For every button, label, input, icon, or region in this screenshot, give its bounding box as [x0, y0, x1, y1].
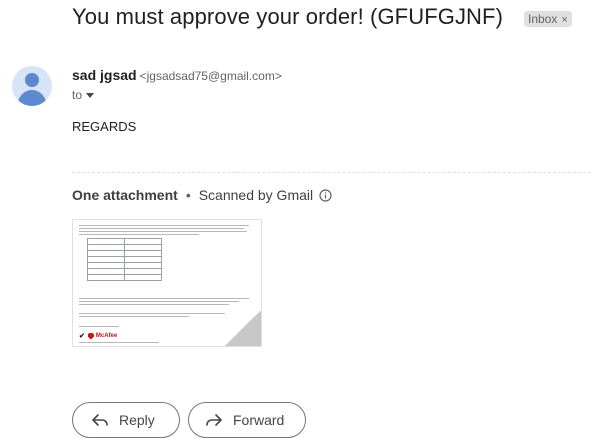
doc-text-line: [79, 304, 229, 305]
caret-down-icon: [86, 92, 95, 98]
to-label: to: [72, 88, 83, 102]
info-icon[interactable]: [319, 188, 332, 202]
mcafee-logo: ✔ McAfee: [79, 332, 117, 340]
avatar-head: [25, 73, 39, 87]
email-body: REGARDS: [72, 119, 137, 134]
reply-label: Reply: [119, 412, 155, 428]
forward-label: Forward: [233, 412, 285, 428]
doc-text-line: [79, 225, 249, 226]
shield-icon: [87, 332, 94, 340]
attachment-thumbnail[interactable]: ✔ McAfee: [72, 219, 262, 347]
forward-button[interactable]: Forward: [188, 402, 306, 438]
doc-text-line: [79, 326, 119, 327]
email-subject: You must approve your order! (GFUFGJNF): [72, 4, 503, 29]
doc-text-line: [79, 298, 249, 299]
sender-avatar[interactable]: [12, 66, 52, 106]
attachment-count: One attachment: [72, 187, 178, 203]
invoice-table: [87, 238, 162, 281]
doc-text-line: [79, 301, 239, 302]
remove-label-icon[interactable]: ×: [561, 14, 567, 26]
attachment-header: One attachment • Scanned by Gmail: [72, 187, 332, 203]
doc-text-line: [79, 342, 159, 343]
doc-text-line: [79, 316, 189, 317]
doc-text-line: [79, 234, 199, 235]
page-fold-corner: [225, 310, 261, 346]
doc-text-line: [79, 228, 244, 229]
recipient-toggle[interactable]: to: [72, 88, 95, 102]
inbox-label-chip[interactable]: Inbox ×: [524, 11, 572, 27]
forward-icon: [206, 414, 222, 426]
doc-text-line: [79, 231, 247, 232]
attachment-separator: •: [185, 187, 191, 203]
doc-text-line: [79, 313, 249, 314]
reply-icon: [92, 414, 108, 426]
sender-name[interactable]: sad jgsad: [72, 67, 137, 83]
sender-line: sad jgsad <jgsadsad75@gmail.com>: [72, 67, 282, 85]
reply-button[interactable]: Reply: [72, 402, 180, 438]
scan-status: Scanned by Gmail: [198, 187, 314, 203]
inbox-label-text: Inbox: [528, 12, 558, 26]
sender-email: <jgsadsad75@gmail.com>: [139, 69, 282, 83]
checkmark-icon: ✔: [79, 333, 85, 340]
avatar-body: [18, 90, 46, 106]
mcafee-brand: McAfee: [95, 333, 118, 339]
attachment-divider: [72, 172, 591, 173]
